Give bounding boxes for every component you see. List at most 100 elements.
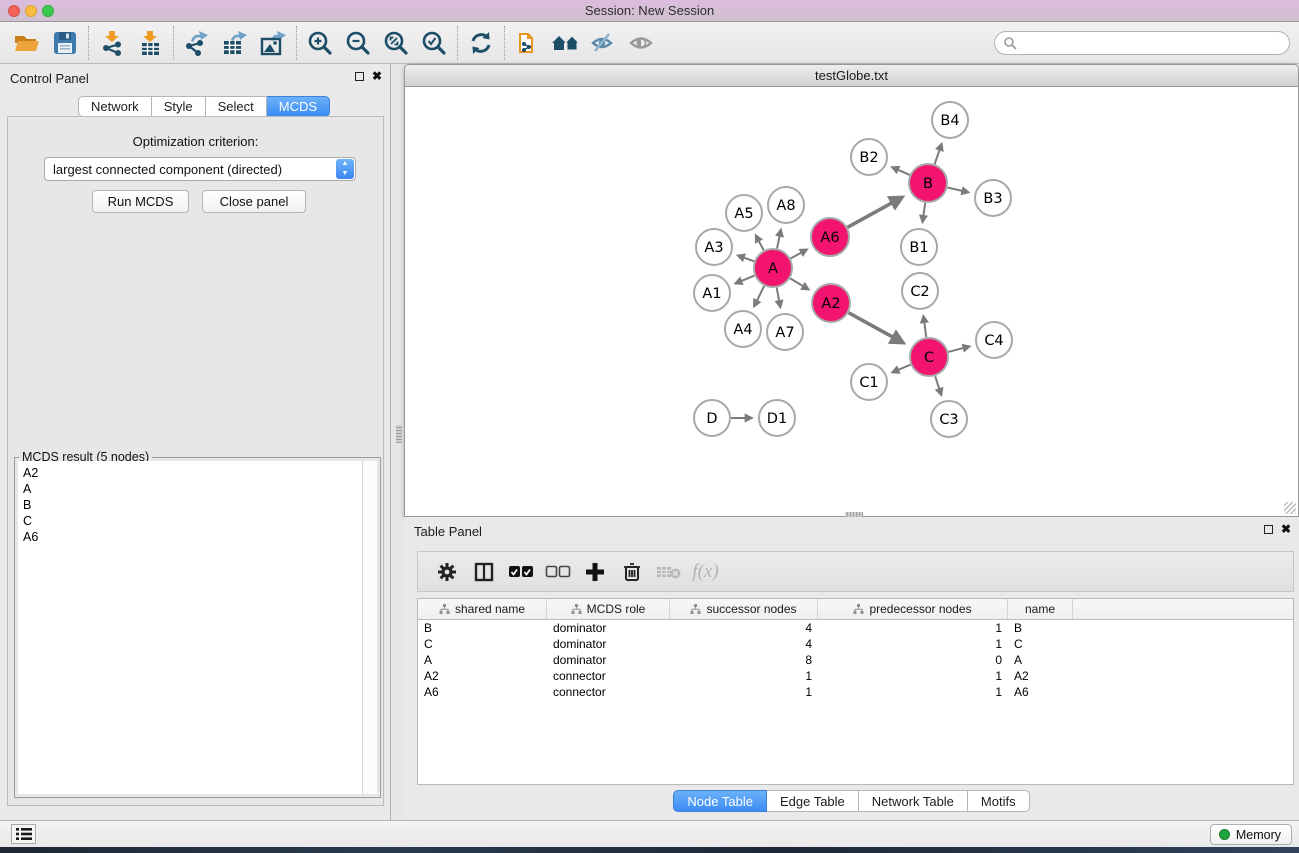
tab-style[interactable]: Style [152, 96, 206, 117]
node-A7[interactable]: A7 [767, 314, 803, 350]
edge-A-A2[interactable] [790, 278, 809, 289]
column-header-MCDS-role[interactable]: MCDS role [547, 599, 670, 619]
close-panel-icon[interactable]: ✖ [372, 71, 382, 81]
edge-B-B3[interactable] [947, 187, 968, 192]
clone-network-button[interactable] [509, 26, 547, 60]
edge-C-C4[interactable] [948, 346, 969, 352]
node-A2[interactable]: A2 [812, 284, 850, 322]
tab-network-table[interactable]: Network Table [859, 790, 968, 812]
settings-gear-button[interactable] [428, 555, 465, 589]
table-cell[interactable]: 4 [670, 636, 818, 652]
delete-column-button[interactable] [613, 555, 650, 589]
zoom-out-button[interactable] [339, 26, 377, 60]
table-cell[interactable]: connector [547, 668, 670, 684]
edge-C-C2[interactable] [923, 316, 926, 337]
table-cell[interactable]: A6 [1008, 684, 1073, 700]
show-all-button[interactable] [623, 26, 661, 60]
column-header-name[interactable]: name [1008, 599, 1073, 619]
task-history-button[interactable] [11, 824, 36, 844]
node-A3[interactable]: A3 [696, 229, 732, 265]
mcds-result-item[interactable]: A2 [23, 465, 362, 481]
node-C2[interactable]: C2 [902, 273, 938, 309]
edge-C-C1[interactable] [892, 365, 910, 373]
table-cell[interactable]: 0 [818, 652, 1008, 668]
import-network-button[interactable] [93, 26, 131, 60]
table-row[interactable]: Adominator80A [418, 652, 1293, 668]
node-D1[interactable]: D1 [759, 400, 795, 436]
column-visibility-button[interactable] [465, 555, 502, 589]
table-cell[interactable]: dominator [547, 636, 670, 652]
node-A4[interactable]: A4 [725, 311, 761, 347]
network-canvas[interactable]: A5A8A3A1A4A7AA6A2BB2B4B3B1C2CC4C1C3DD1 [406, 87, 1297, 516]
tab-node-table[interactable]: Node Table [673, 790, 767, 812]
table-cell[interactable]: 1 [818, 668, 1008, 684]
node-A8[interactable]: A8 [768, 187, 804, 223]
hide-selected-button[interactable] [585, 26, 623, 60]
edge-A-A3[interactable] [738, 255, 755, 261]
edge-A-A1[interactable] [735, 276, 754, 284]
node-A5[interactable]: A5 [726, 195, 762, 231]
node-B2[interactable]: B2 [851, 139, 887, 175]
table-row[interactable]: Cdominator41C [418, 636, 1293, 652]
delete-table-button[interactable] [650, 555, 687, 589]
export-network-button[interactable] [178, 26, 216, 60]
search-input[interactable] [994, 31, 1290, 55]
node-A[interactable]: A [754, 249, 792, 287]
float-panel-icon[interactable] [1264, 525, 1273, 534]
mcds-result-list[interactable]: A2ABCA6 [18, 461, 363, 794]
node-C[interactable]: C [910, 338, 948, 376]
node-C1[interactable]: C1 [851, 364, 887, 400]
vertical-divider-handle[interactable] [396, 425, 402, 443]
node-table-body[interactable]: Bdominator41BCdominator41CAdominator80AA… [418, 620, 1293, 700]
refresh-button[interactable] [462, 26, 500, 60]
table-cell[interactable]: A6 [418, 684, 547, 700]
edge-A-A4[interactable] [754, 286, 764, 307]
node-B3[interactable]: B3 [975, 180, 1011, 216]
open-session-button[interactable] [8, 26, 46, 60]
table-cell[interactable]: A2 [1008, 668, 1073, 684]
node-C4[interactable]: C4 [976, 322, 1012, 358]
save-session-button[interactable] [46, 26, 84, 60]
tab-mcds[interactable]: MCDS [267, 96, 330, 117]
edge-A-A6[interactable] [791, 249, 808, 258]
edge-A2-C[interactable] [849, 313, 904, 343]
edge-B-B2[interactable] [892, 167, 910, 175]
table-cell[interactable]: 1 [818, 684, 1008, 700]
zoom-selected-button[interactable] [415, 26, 453, 60]
table-cell[interactable]: 4 [670, 620, 818, 636]
table-cell[interactable]: dominator [547, 652, 670, 668]
edge-B-B4[interactable] [935, 144, 942, 165]
table-cell[interactable]: B [1008, 620, 1073, 636]
tab-motifs[interactable]: Motifs [968, 790, 1030, 812]
tab-select[interactable]: Select [206, 96, 267, 117]
table-cell[interactable]: 1 [818, 620, 1008, 636]
mcds-result-item[interactable]: A [23, 481, 362, 497]
mcds-result-item[interactable]: A6 [23, 529, 362, 545]
table-row[interactable]: A6connector11A6 [418, 684, 1293, 700]
table-cell[interactable]: 1 [670, 684, 818, 700]
table-cell[interactable]: connector [547, 684, 670, 700]
table-cell[interactable]: 1 [670, 668, 818, 684]
node-B1[interactable]: B1 [901, 229, 937, 265]
close-panel-icon[interactable]: ✖ [1281, 524, 1291, 534]
node-A6[interactable]: A6 [811, 218, 849, 256]
export-image-button[interactable] [254, 26, 292, 60]
import-table-button[interactable] [131, 26, 169, 60]
tab-network[interactable]: Network [78, 96, 152, 117]
table-cell[interactable]: A [418, 652, 547, 668]
table-cell[interactable]: C [418, 636, 547, 652]
edge-A-A7[interactable] [777, 288, 781, 308]
edge-C-C3[interactable] [935, 376, 941, 395]
optimization-criterion-select[interactable]: largest connected component (directed) ▲… [44, 157, 356, 181]
float-panel-icon[interactable] [355, 72, 364, 81]
table-row[interactable]: Bdominator41B [418, 620, 1293, 636]
window-resize-grip[interactable] [1284, 502, 1296, 514]
table-cell[interactable]: 8 [670, 652, 818, 668]
function-builder-button[interactable]: f(x) [687, 555, 724, 589]
column-header-shared-name[interactable]: shared name [418, 599, 547, 619]
node-A1[interactable]: A1 [694, 275, 730, 311]
select-all-button[interactable] [502, 555, 539, 589]
edge-B-B1[interactable] [922, 203, 925, 222]
zoom-in-button[interactable] [301, 26, 339, 60]
table-cell[interactable]: B [418, 620, 547, 636]
